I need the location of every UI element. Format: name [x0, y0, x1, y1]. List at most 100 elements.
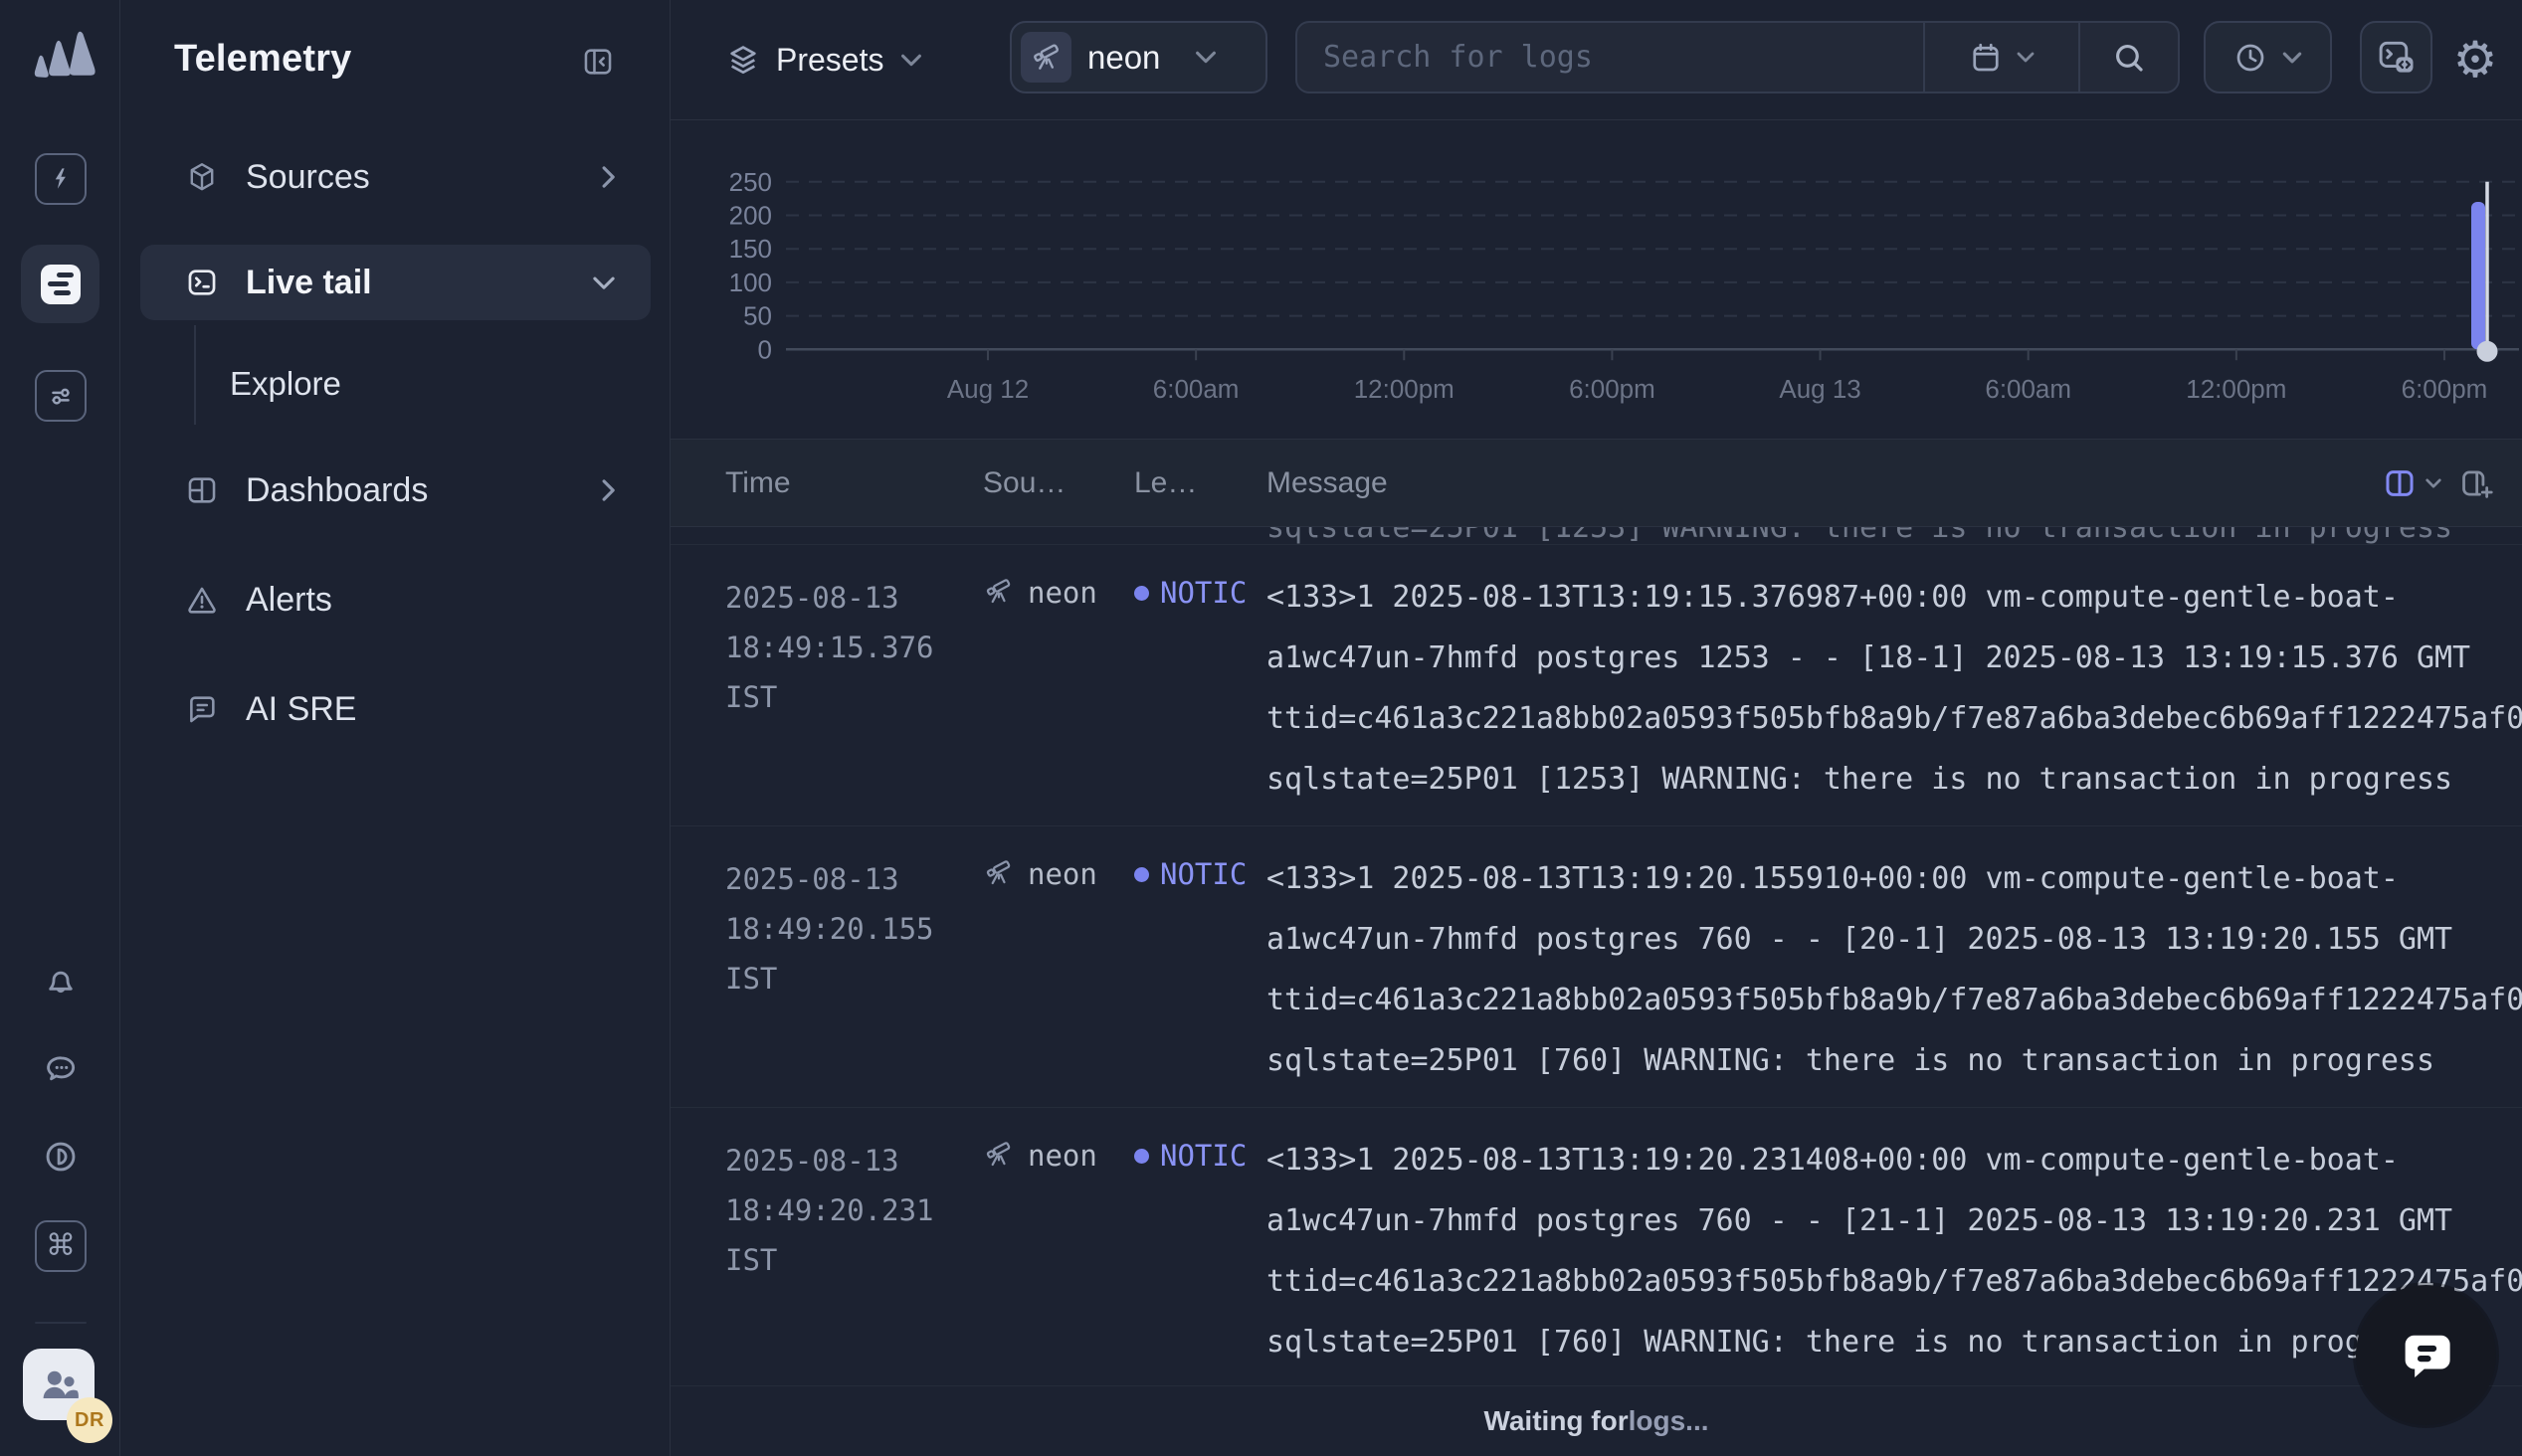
- log-time-line: IST: [725, 672, 983, 722]
- rail-logs-button-active[interactable]: [21, 245, 99, 323]
- waiting-status-text-suffix: logs...: [1629, 1405, 1709, 1437]
- sidebar-item-dashboards[interactable]: Dashboards: [140, 453, 651, 528]
- log-source-name: neon: [1028, 1139, 1097, 1173]
- sidebar-item-live-tail[interactable]: Live tail: [140, 245, 651, 320]
- users-icon: [38, 1365, 80, 1404]
- svg-text:250: 250: [729, 169, 772, 197]
- telescope-icon-box: [1021, 32, 1071, 83]
- sidebar-item-ai-sre[interactable]: AI SRE: [140, 671, 651, 747]
- log-level: NOTIC: [1134, 848, 1266, 1091]
- clipped-log-row[interactable]: sqlstate=25P01 [1253] WARNING: there is …: [671, 527, 2522, 545]
- log-rows: 2025-08-13 18:49:15.376 IST neon NOTIC <…: [671, 545, 2522, 1385]
- sidebar: Telemetry Sources: [120, 0, 671, 1456]
- logs-icon: [41, 265, 81, 304]
- log-level-label: NOTIC: [1160, 576, 1247, 610]
- help-chat-fab[interactable]: [2356, 1285, 2496, 1425]
- log-message-line: <133>1 2025-08-13T13:19:15.376987+00:00 …: [1266, 567, 2522, 628]
- log-time-line: 18:49:20.155: [725, 904, 983, 954]
- source-filter-dropdown[interactable]: neon: [1010, 21, 1267, 93]
- log-time-line: 2025-08-13: [725, 1136, 983, 1185]
- telescope-icon: [983, 1139, 1015, 1171]
- chevron-down-icon: [2425, 477, 2442, 489]
- contrast-icon: [42, 1138, 80, 1176]
- page-title: Telemetry: [174, 38, 352, 81]
- log-message-line: sqlstate=25P01 [1253] WARNING: there is …: [1266, 749, 2522, 810]
- log-level: NOTIC: [1134, 567, 1266, 810]
- chevron-down-icon: [2281, 51, 2303, 65]
- presets-label: Presets: [776, 42, 883, 79]
- column-layout-button[interactable]: [2383, 466, 2442, 500]
- column-header-source[interactable]: Sou…: [983, 466, 1134, 500]
- svg-text:12:00pm: 12:00pm: [2186, 376, 2286, 404]
- rail-bolt-button[interactable]: [35, 153, 87, 205]
- sidebar-item-alerts[interactable]: Alerts: [140, 562, 651, 637]
- log-message: <133>1 2025-08-13T13:19:20.231408+00:00 …: [1266, 1130, 2522, 1372]
- column-header-level[interactable]: Le…: [1134, 466, 1266, 500]
- alert-triangle-icon: [185, 583, 219, 617]
- command-icon: ⌘: [46, 1231, 76, 1261]
- source-filter-value: neon: [1087, 39, 1160, 77]
- rail-theme-button[interactable]: [35, 1131, 87, 1183]
- chat-dots-icon: [42, 1050, 80, 1088]
- telemetry-app: ⌘ DR Telemetry: [0, 0, 2522, 1456]
- rail-shortcuts-button[interactable]: ⌘: [35, 1220, 87, 1272]
- svg-text:150: 150: [729, 236, 772, 264]
- sidebar-item-explore[interactable]: Explore: [230, 348, 628, 420]
- column-header-message[interactable]: Message: [1266, 466, 2522, 500]
- sidebar-item-label: AI SRE: [246, 690, 356, 729]
- rail-notifications-button[interactable]: [35, 957, 87, 1008]
- log-message-line: <133>1 2025-08-13T13:19:20.155910+00:00 …: [1266, 848, 2522, 909]
- rail-sliders-button[interactable]: [35, 370, 87, 422]
- gear-icon: ⚙: [2453, 35, 2498, 85]
- log-time: 2025-08-13 18:49:20.231 IST: [725, 1130, 983, 1372]
- user-initials-badge[interactable]: DR: [67, 1397, 112, 1443]
- svg-text:12:00pm: 12:00pm: [1354, 376, 1455, 404]
- lightning-icon: [46, 164, 76, 194]
- log-source: neon: [983, 567, 1134, 810]
- log-level-label: NOTIC: [1160, 1139, 1247, 1173]
- log-row[interactable]: 2025-08-13 18:49:15.376 IST neon NOTIC <…: [671, 545, 2522, 826]
- query-console-button[interactable]: [2360, 21, 2432, 93]
- settings-button[interactable]: ⚙: [2447, 30, 2503, 90]
- svg-text:100: 100: [729, 270, 772, 297]
- add-column-button[interactable]: [2458, 466, 2494, 500]
- topbar: Presets neon: [671, 0, 2522, 120]
- chevron-down-icon: [1194, 50, 1218, 65]
- rail-feedback-button[interactable]: [35, 1043, 87, 1095]
- log-row[interactable]: 2025-08-13 18:49:20.231 IST neon NOTIC <…: [671, 1108, 2522, 1385]
- main-content: Presets neon: [671, 0, 2522, 1456]
- column-header-time[interactable]: Time: [725, 466, 983, 500]
- log-level: NOTIC: [1134, 1130, 1266, 1372]
- presets-dropdown[interactable]: Presets: [726, 28, 923, 91]
- waiting-status-text: Waiting for: [1483, 1405, 1628, 1437]
- run-search-button[interactable]: [2078, 23, 2178, 91]
- collapse-sidebar-button[interactable]: [581, 45, 615, 79]
- log-row[interactable]: 2025-08-13 18:49:20.155 IST neon NOTIC <…: [671, 826, 2522, 1108]
- log-volume-chart[interactable]: 050100150200250Aug 126:00am12:00pm6:00pm…: [671, 120, 2522, 440]
- log-time: 2025-08-13 18:49:20.155 IST: [725, 848, 983, 1091]
- tree-indent-line: [194, 325, 196, 425]
- svg-text:6:00am: 6:00am: [1985, 376, 2071, 404]
- terminal-square-icon: [185, 266, 219, 299]
- log-time-line: 2025-08-13: [725, 854, 983, 904]
- log-time-line: 18:49:15.376: [725, 623, 983, 672]
- level-dot-icon: [1134, 867, 1149, 882]
- chevron-down-icon: [2016, 51, 2036, 64]
- log-message-line: ttid=c461a3c221a8bb02a0593f505bfb8a9b/f7…: [1266, 688, 2522, 749]
- bell-icon: [42, 964, 80, 1001]
- message-square-icon: [185, 692, 219, 726]
- sidebar-item-sources[interactable]: Sources: [140, 139, 651, 215]
- cube-icon: [185, 160, 219, 194]
- search-input[interactable]: [1297, 23, 1923, 91]
- log-message: <133>1 2025-08-13T13:19:20.155910+00:00 …: [1266, 848, 2522, 1091]
- icon-rail: ⌘ DR: [0, 0, 120, 1456]
- time-range-dropdown[interactable]: [2204, 21, 2332, 93]
- brand-logo-icon[interactable]: [24, 22, 97, 84]
- log-time: 2025-08-13 18:49:15.376 IST: [725, 567, 983, 810]
- log-message-line: a1wc47un-7hmfd postgres 1253 - - [18-1] …: [1266, 628, 2522, 688]
- log-table-body: sqlstate=25P01 [1253] WARNING: there is …: [671, 527, 2522, 1385]
- level-dot-icon: [1134, 1149, 1149, 1164]
- date-range-button[interactable]: [1923, 23, 2078, 91]
- console-code-icon: [2375, 38, 2419, 78]
- table-header-actions: [2383, 440, 2494, 527]
